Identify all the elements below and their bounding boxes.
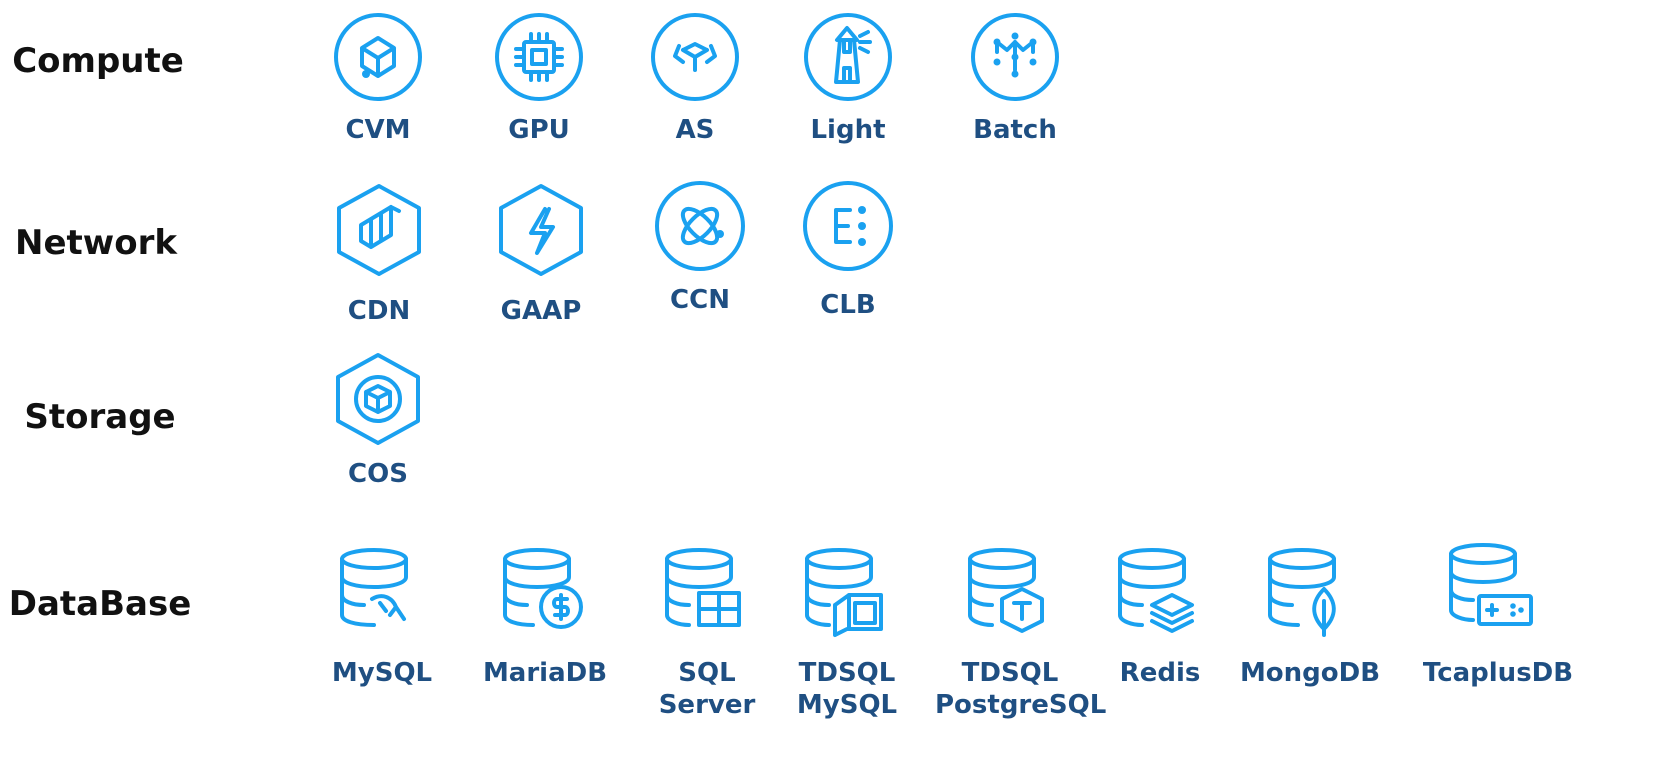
- service-sql-server[interactable]: SQL Server: [632, 545, 782, 725]
- tcaplusdb-gamepad-icon: [1449, 543, 1533, 626]
- service-tcaplusdb[interactable]: TcaplusDB: [1418, 540, 1573, 690]
- service-label: MySQL: [331, 658, 433, 688]
- service-mongodb[interactable]: MongoDB: [1235, 545, 1385, 695]
- redis-stack-icon: [1118, 548, 1194, 633]
- cdn-layers-icon: [337, 184, 421, 276]
- chip-icon: [495, 13, 583, 101]
- service-label: Batch: [973, 115, 1057, 145]
- service-label: SQL Server: [658, 658, 756, 720]
- service-gaap[interactable]: GAAP: [466, 183, 616, 333]
- tdsql-mysql-icon: [805, 548, 883, 637]
- service-label: Light: [810, 115, 886, 145]
- tdsql-postgres-icon: [968, 548, 1044, 633]
- service-label: MariaDB: [482, 658, 608, 688]
- auto-scaling-icon: [651, 13, 739, 101]
- category-network: Network: [15, 223, 177, 263]
- service-mysql[interactable]: MySQL: [307, 545, 457, 695]
- service-as[interactable]: AS: [620, 12, 770, 152]
- service-batch[interactable]: Batch: [940, 12, 1090, 152]
- sql-server-grid-icon: [665, 548, 741, 627]
- service-label: CDN: [347, 296, 411, 326]
- service-label: AS: [675, 115, 715, 145]
- category-database: DataBase: [8, 584, 192, 624]
- mariadb-dollar-icon: [503, 548, 583, 629]
- service-clb[interactable]: CLB: [773, 180, 923, 330]
- service-redis[interactable]: Redis: [1085, 545, 1235, 695]
- service-label: TcaplusDB: [1422, 658, 1574, 688]
- service-label: MongoDB: [1239, 658, 1381, 688]
- mongodb-leaf-icon: [1268, 548, 1336, 637]
- service-label: CCN: [670, 285, 730, 315]
- storage-box-icon: [336, 353, 420, 445]
- service-label: TDSQL PostgreSQL: [935, 658, 1107, 720]
- service-label: GAAP: [500, 296, 582, 326]
- category-compute: Compute: [12, 41, 184, 81]
- service-label: Redis: [1119, 658, 1201, 688]
- category-storage: Storage: [24, 397, 176, 437]
- service-gpu[interactable]: GPU: [464, 12, 614, 152]
- load-balancer-icon: [803, 181, 893, 271]
- atom-icon: [655, 181, 745, 271]
- mysql-dolphin-icon: [340, 548, 408, 627]
- service-mariadb[interactable]: MariaDB: [470, 545, 620, 695]
- service-cos[interactable]: COS: [303, 352, 453, 492]
- service-label: TDSQL MySQL: [796, 658, 898, 720]
- service-label: CVM: [345, 115, 411, 145]
- lighthouse-icon: [804, 13, 892, 101]
- service-ccn[interactable]: CCN: [625, 180, 775, 330]
- service-label: CLB: [820, 290, 876, 320]
- service-tdsql-mysql[interactable]: TDSQL MySQL: [772, 545, 922, 725]
- batch-network-icon: [971, 13, 1059, 101]
- service-cvm[interactable]: CVM: [303, 12, 453, 152]
- service-light[interactable]: Light: [773, 12, 923, 152]
- lightning-icon: [499, 184, 583, 276]
- service-cdn[interactable]: CDN: [304, 183, 454, 333]
- service-label: COS: [348, 459, 408, 489]
- service-tdsql-postgresql[interactable]: TDSQL PostgreSQL: [935, 545, 1107, 725]
- service-label: GPU: [508, 115, 570, 145]
- cvm-cube-icon: [334, 13, 422, 101]
